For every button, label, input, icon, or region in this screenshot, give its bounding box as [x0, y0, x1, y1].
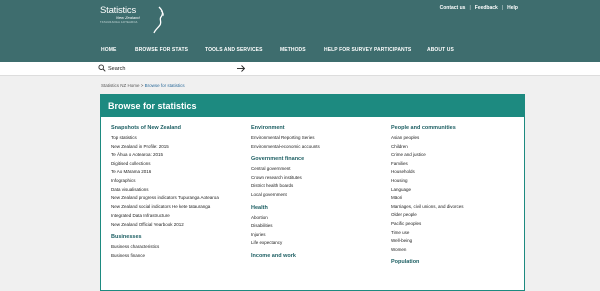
topic-link[interactable]: New Zealand progress indicators Tupurang…: [111, 195, 231, 201]
contact-us-link[interactable]: Contact us: [440, 5, 466, 11]
topic-link[interactable]: Crime and justice: [391, 152, 521, 157]
topic-link[interactable]: New Zealand in Profile: 2015: [111, 144, 241, 149]
topic-link[interactable]: Infographics: [111, 178, 241, 183]
section-heading[interactable]: Income and work: [251, 253, 381, 259]
topic-link[interactable]: Environmental-economic accounts: [251, 144, 381, 149]
topic-link[interactable]: Injuries: [251, 232, 381, 237]
topic-link[interactable]: Local government: [251, 192, 381, 197]
column-3: People and communities Asian peoples Chi…: [391, 125, 521, 269]
section-heading[interactable]: Health: [251, 205, 381, 211]
breadcrumb: Statistics NZ Home > Browse for statisti…: [101, 83, 185, 88]
topic-link[interactable]: Asian peoples: [391, 135, 521, 140]
section-heading[interactable]: Government finance: [251, 156, 381, 162]
separator: |: [469, 5, 471, 11]
section-heading[interactable]: Businesses: [111, 234, 241, 240]
section-heading[interactable]: Environment: [251, 125, 381, 131]
topic-link[interactable]: Crown research institutes: [251, 175, 381, 180]
topic-link[interactable]: Top statistics: [111, 135, 241, 140]
topic-link[interactable]: Language: [391, 187, 521, 192]
page-title: Browse for statistics: [101, 95, 524, 117]
topic-link[interactable]: New Zealand Official Yearbook 2012: [111, 222, 241, 227]
arrow-right-icon[interactable]: [236, 64, 246, 73]
logo-subtitle: New Zealand: [116, 15, 140, 20]
logo-maori-subtitle: Tatauranga Aotearoa: [100, 21, 138, 24]
main-nav: HOME BROWSE FOR STATS TOOLS AND SERVICES…: [0, 42, 600, 62]
section-heading[interactable]: People and communities: [391, 125, 521, 131]
topic-link[interactable]: Abortion: [251, 215, 381, 220]
help-link[interactable]: Help: [507, 5, 518, 11]
breadcrumb-home[interactable]: Statistics NZ Home: [101, 83, 140, 88]
column-1: Snapshots of New Zealand Top statistics …: [111, 125, 241, 261]
topic-link[interactable]: Households: [391, 169, 521, 174]
search-input[interactable]: [108, 64, 228, 73]
topic-link[interactable]: Housing: [391, 178, 521, 183]
topic-link[interactable]: Business characteristics: [111, 244, 241, 249]
topic-link[interactable]: Te Āhua o Aotearoa: 2015: [111, 152, 241, 157]
topic-link[interactable]: Business finance: [111, 253, 241, 258]
topic-link[interactable]: Māori: [391, 195, 521, 200]
topic-link[interactable]: Te Ao Mārama 2016: [111, 169, 241, 174]
topic-link[interactable]: Older people: [391, 212, 521, 217]
nav-about-us[interactable]: ABOUT US: [427, 47, 454, 53]
nz-map-icon: [153, 6, 164, 34]
nav-tools-and-services[interactable]: TOOLS AND SERVICES: [205, 47, 280, 53]
topic-link[interactable]: Well-being: [391, 238, 521, 243]
nav-home[interactable]: HOME: [101, 47, 135, 53]
topic-link[interactable]: Disabilities: [251, 223, 381, 228]
topic-link[interactable]: Marriages, civil unions, and divorces: [391, 204, 521, 209]
topic-link[interactable]: Pacific peoples: [391, 221, 521, 226]
topic-link[interactable]: Families: [391, 161, 521, 166]
topic-link[interactable]: Integrated Data Infrastructure: [111, 213, 241, 218]
section-heading[interactable]: Population: [391, 259, 521, 265]
section-heading[interactable]: Snapshots of New Zealand: [111, 125, 241, 131]
browse-panel: Browse for statistics Snapshots of New Z…: [100, 94, 525, 291]
topic-link[interactable]: Central government: [251, 166, 381, 171]
nav-browse-for-stats[interactable]: BROWSE FOR STATS: [135, 47, 205, 53]
site-header: Statistics New Zealand Tatauranga Aotear…: [0, 0, 600, 42]
breadcrumb-current[interactable]: Browse for statistics: [145, 83, 185, 88]
topic-link[interactable]: Data visualisations: [111, 187, 241, 192]
topic-link[interactable]: District health boards: [251, 183, 381, 188]
topic-link[interactable]: Children: [391, 144, 521, 149]
stats-nz-logo[interactable]: Statistics New Zealand Tatauranga Aotear…: [100, 5, 164, 35]
search-bar: [0, 62, 600, 76]
utility-links: Contact us | Feedback | Help: [440, 5, 518, 11]
topic-link[interactable]: Life expectancy: [251, 240, 381, 245]
nav-help-for-survey-participants[interactable]: HELP FOR SURVEY PARTICIPANTS: [324, 47, 427, 53]
nav-methods[interactable]: METHODS: [280, 47, 324, 53]
separator: |: [501, 5, 504, 11]
topic-link[interactable]: Environmental Reporting Series: [251, 135, 381, 140]
topic-link[interactable]: Women: [391, 247, 521, 252]
search-icon: [98, 64, 106, 72]
topic-link[interactable]: Digitised collections: [111, 161, 241, 166]
column-2: Environment Environmental Reporting Seri…: [251, 125, 381, 263]
topic-link[interactable]: New Zealand social indicators He kete ta…: [111, 204, 241, 209]
topic-link[interactable]: Time use: [391, 230, 521, 235]
feedback-link[interactable]: Feedback: [475, 5, 498, 11]
